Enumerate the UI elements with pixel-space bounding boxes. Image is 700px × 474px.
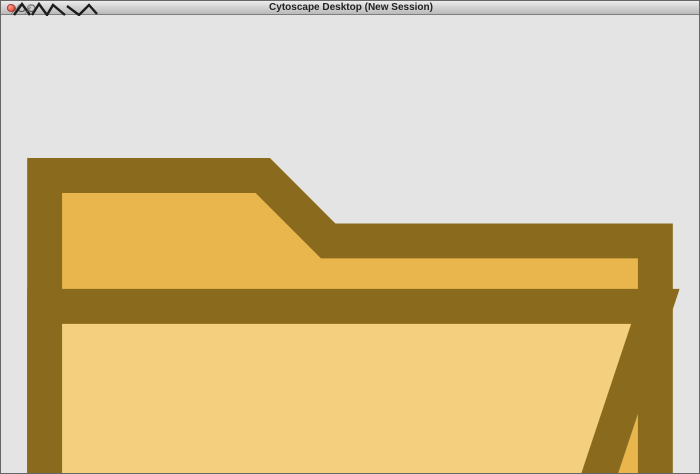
window-title: Cytoscape Desktop (New Session) bbox=[1, 2, 700, 13]
cytoscape-app-window: Cytoscape Desktop (New Session) Search: … bbox=[0, 0, 700, 474]
window-titlebar[interactable]: Cytoscape Desktop (New Session) bbox=[1, 1, 700, 15]
main-toolbar: Search: ▼ bbox=[1, 1, 699, 474]
open-session-icon[interactable] bbox=[1, 1, 699, 474]
background-network-sketch bbox=[11, 2, 101, 16]
